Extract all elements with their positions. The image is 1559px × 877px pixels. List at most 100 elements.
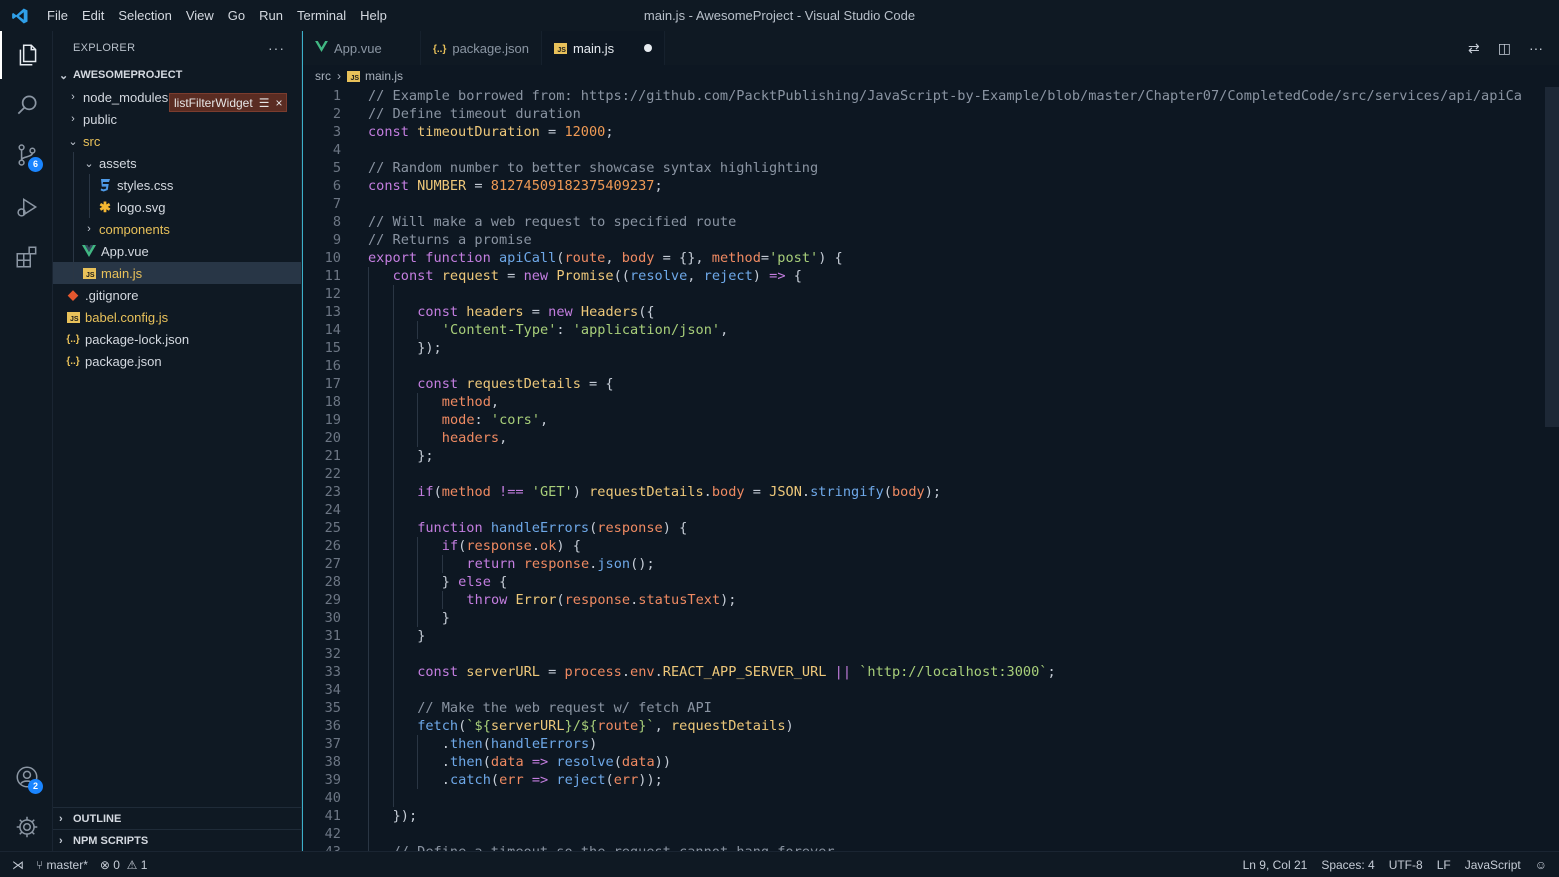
line-number: 43 [303, 843, 341, 851]
open-changes-icon[interactable]: ⇄ [1468, 40, 1480, 57]
breadcrumb-file[interactable]: main.js [365, 69, 403, 83]
code-line: 34 [303, 681, 1559, 699]
indent-guide [368, 447, 369, 465]
line-number: 7 [332, 196, 341, 212]
extensions-activity[interactable] [0, 233, 53, 281]
code-text: const timeoutDuration = 12000; [368, 123, 614, 141]
indent-guide [368, 519, 369, 537]
code-token: , [490, 394, 500, 410]
code-line: 14 'Content-Type': 'application/json', [303, 321, 1559, 339]
indent-guide [392, 375, 394, 393]
menu-terminal[interactable]: Terminal [290, 0, 353, 31]
close-icon[interactable]: × [275, 96, 282, 110]
breadcrumb-folder[interactable]: src [315, 69, 331, 83]
indent-guide [368, 843, 369, 851]
source-control-activity[interactable]: 6 [0, 131, 53, 179]
project-section-header[interactable]: ⌄ AWESOMEPROJECT [53, 64, 301, 86]
menu-view[interactable]: View [179, 0, 221, 31]
tab-main-js[interactable]: JS main.js [541, 31, 666, 65]
tree-item-src[interactable]: ⌄ src [53, 130, 301, 152]
tree-item-styles-css[interactable]: styles.css [53, 174, 301, 196]
indentation-status[interactable]: Spaces: 4 [1321, 858, 1374, 872]
remote-icon[interactable]: ⋊ [12, 858, 24, 872]
menu-go[interactable]: Go [221, 0, 252, 31]
tree-item-app-vue[interactable]: App.vue [53, 240, 301, 262]
tree-item-package-json[interactable]: {..} package.json [53, 350, 301, 372]
code-token: = { [580, 376, 614, 392]
indent-guide [392, 537, 394, 555]
code-token: = [466, 178, 491, 194]
problems-status[interactable]: ⊗ 0 ⚠ 1 [100, 858, 148, 872]
code-token: `http://localhost:3000` [859, 664, 1048, 680]
code-token: JSON [769, 484, 802, 500]
code-line: 12 [303, 285, 1559, 303]
code-line: 7 [303, 195, 1559, 213]
tree-item-components[interactable]: › components [53, 218, 301, 240]
tab-app-vue[interactable]: App.vue [303, 31, 421, 65]
eol-status[interactable]: LF [1437, 858, 1451, 872]
menu-selection[interactable]: Selection [111, 0, 178, 31]
explorer-activity[interactable] [0, 31, 53, 79]
code-text: } [442, 609, 450, 627]
code-line: 24 [303, 501, 1559, 519]
code-text: } else { [442, 573, 508, 591]
code-token: = [499, 268, 524, 284]
code-token: err [499, 772, 524, 788]
vertical-scrollbar[interactable] [1545, 87, 1559, 427]
tree-item-assets[interactable]: ⌄ assets [53, 152, 301, 174]
manage-activity[interactable] [0, 803, 53, 851]
code-token: Headers [580, 304, 639, 320]
code-text: if(method !== 'GET') requestDetails.body… [417, 483, 941, 501]
code-line: 4 [303, 141, 1559, 159]
code-line: 42 [303, 825, 1559, 843]
indent-guide [417, 537, 419, 555]
code-token: ( [482, 736, 491, 752]
code-line: 9 // Returns a promise [303, 231, 1559, 249]
menu-help[interactable]: Help [353, 0, 394, 31]
code-line: 30} [303, 609, 1559, 627]
code-editor[interactable]: 1 // Example borrowed from: https://githu… [303, 87, 1559, 851]
code-token: // Define a timeout so the request canno… [393, 844, 835, 851]
line-number: 14 [324, 322, 341, 338]
tree-item-package-lock-json[interactable]: {..} package-lock.json [53, 328, 301, 350]
list-filter-widget[interactable]: listFilterWidget ☰ × [169, 93, 288, 112]
gear-icon [16, 816, 37, 838]
tree-item-logo-svg[interactable]: ✱ logo.svg [53, 196, 301, 218]
menu-file[interactable]: File [40, 0, 75, 31]
activity-bar: 6 2 [0, 31, 53, 851]
menu-run[interactable]: Run [252, 0, 290, 31]
branch-status[interactable]: ⑂ master* [36, 858, 88, 872]
warning-icon: ⚠ [126, 857, 141, 872]
unsaved-dot-icon[interactable] [644, 44, 653, 52]
search-activity[interactable] [0, 81, 53, 129]
accounts-activity[interactable]: 2 [0, 753, 53, 801]
cursor-position[interactable]: Ln 9, Col 21 [1243, 858, 1308, 872]
tree-item-main-js[interactable]: JS main.js [53, 262, 301, 284]
tree-item-label: assets [99, 155, 137, 171]
tab-package-json[interactable]: {..} package.json [421, 31, 542, 65]
line-number: 40 [324, 790, 341, 806]
filter-list-icon[interactable]: ☰ [259, 96, 270, 110]
outline-section-header[interactable]: › OUTLINE [53, 807, 301, 829]
npm-scripts-section-header[interactable]: › NPM SCRIPTS [53, 829, 301, 851]
line-number: 10 [324, 250, 341, 266]
encoding-status[interactable]: UTF-8 [1389, 858, 1423, 872]
js-file-icon: JS [347, 70, 360, 82]
tree-item-gitignore[interactable]: ◆ .gitignore [53, 284, 301, 306]
more-actions-icon[interactable]: ··· [1529, 40, 1543, 56]
code-line: 27 return response.json(); [303, 555, 1559, 573]
split-editor-icon[interactable]: ◫ [1498, 40, 1511, 57]
more-actions-button[interactable]: ··· [268, 40, 285, 56]
code-token: env [630, 664, 655, 680]
indent-guide [368, 537, 369, 555]
indent-guide [392, 645, 394, 663]
language-mode[interactable]: JavaScript [1465, 858, 1521, 872]
menu-edit[interactable]: Edit [75, 0, 111, 31]
run-debug-activity[interactable] [0, 183, 53, 231]
code-text: // Make the web request w/ fetch API [417, 699, 712, 717]
code-token: requestDetails [670, 718, 786, 734]
code-token: data [490, 754, 524, 770]
feedback-icon[interactable]: ☺ [1535, 858, 1547, 872]
code-line: 38 .then(data => resolve(data)) [303, 753, 1559, 771]
tree-item-babel-config-js[interactable]: JS babel.config.js [53, 306, 301, 328]
